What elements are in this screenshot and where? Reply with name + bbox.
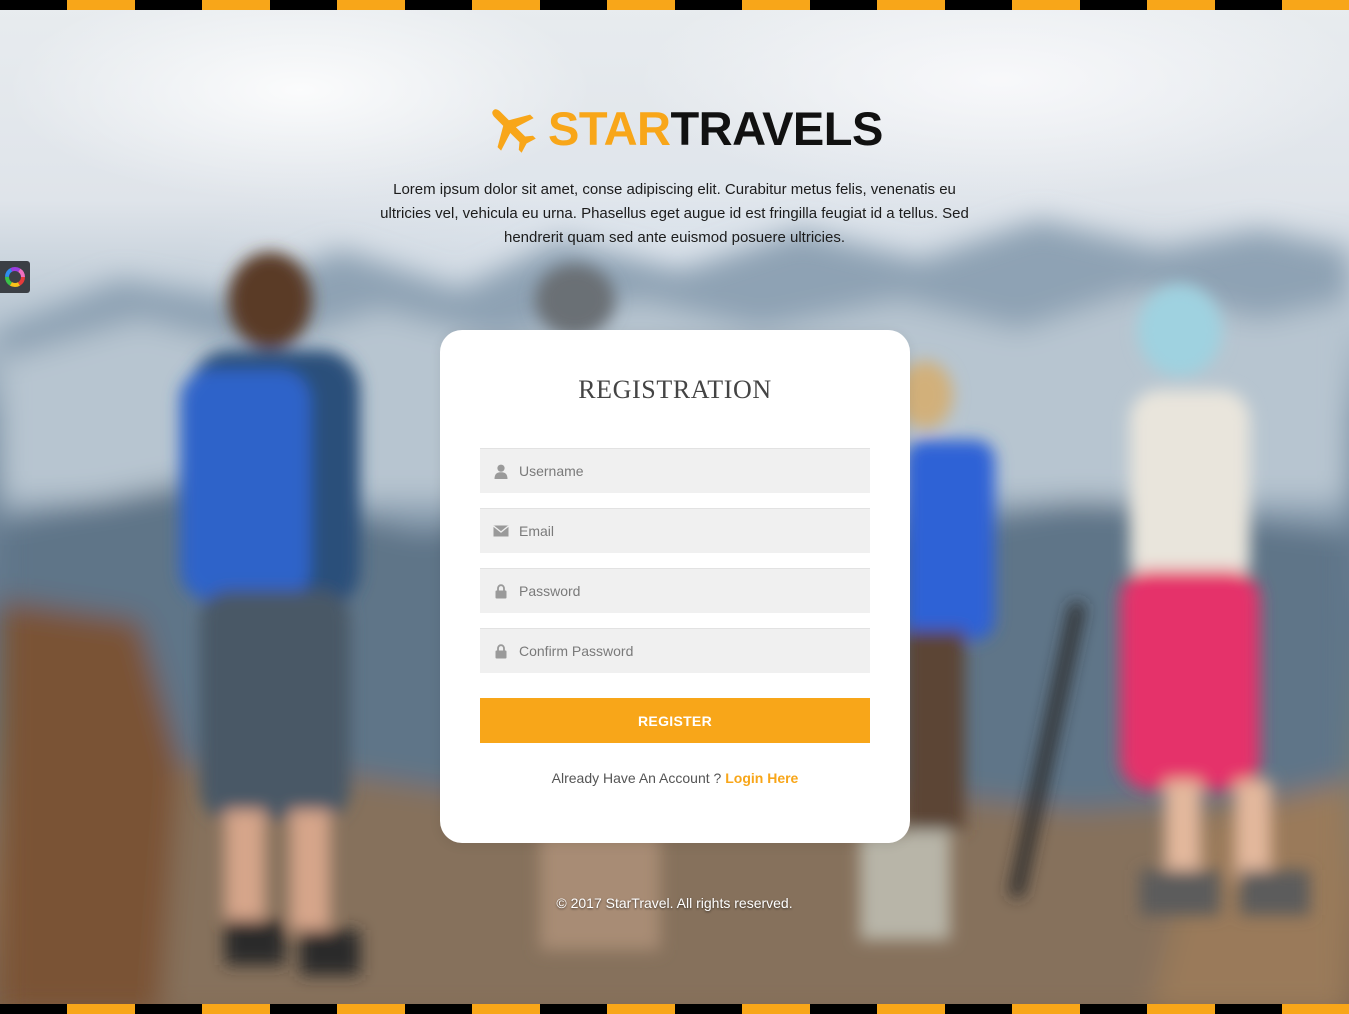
brand-name: STARTRAVELS [548,101,883,156]
email-input[interactable] [519,509,870,553]
color-wheel-icon [5,267,25,287]
register-button[interactable]: REGISTER [480,698,870,743]
password-input[interactable] [519,569,870,613]
intro-text: Lorem ipsum dolor sit amet, conse adipis… [380,181,969,246]
login-link[interactable]: Login Here [725,770,798,786]
user-icon [493,463,509,479]
brand-star: STAR [548,101,671,155]
confirm-password-field[interactable] [480,628,870,673]
brand-travels: TRAVELS [670,101,883,155]
top-stripe [0,0,1349,10]
password-field[interactable] [480,568,870,613]
login-prompt: Already Have An Account ? Login Here [440,770,910,786]
lock-icon [493,583,509,599]
registration-page: STARTRAVELS Lorem ipsum dolor sit amet, … [0,0,1349,1014]
bottom-stripe [0,1004,1349,1014]
lock-icon [493,643,509,659]
airplane-icon [492,109,536,153]
color-switcher-tab[interactable] [0,261,30,293]
envelope-icon [493,523,509,539]
confirm-password-input[interactable] [519,629,870,673]
username-input[interactable] [519,449,870,493]
site-logo[interactable]: STARTRAVELS [484,98,883,158]
email-field[interactable] [480,508,870,553]
registration-card: REGISTRATION REGISTER [440,330,910,843]
footer-copyright: © 2017 StarTravel. All rights reserved. [556,895,793,911]
form-title: REGISTRATION [578,375,772,404]
username-field[interactable] [480,448,870,493]
account-prompt-text: Already Have An Account ? [551,770,722,786]
